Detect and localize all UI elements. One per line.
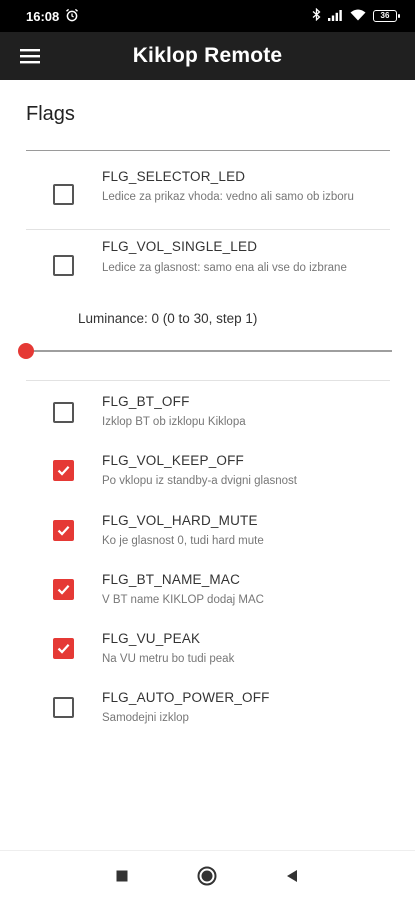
battery-level: 36: [380, 11, 390, 20]
pref-title: FLG_AUTO_POWER_OFF: [102, 690, 270, 705]
section-divider: [26, 150, 390, 151]
pref-flg-vol-single-led[interactable]: FLG_VOL_SINGLE_LED Ledice za glasnost: s…: [0, 230, 415, 300]
checkbox-flg-vol-keep-off[interactable]: [53, 460, 74, 481]
pref-flg-vol-keep-off[interactable]: FLG_VOL_KEEP_OFF Po vklopu iz standby-a …: [0, 444, 415, 502]
checkbox-flg-bt-off[interactable]: [53, 402, 74, 423]
hamburger-menu-icon: [20, 49, 40, 64]
recents-button[interactable]: [109, 863, 135, 889]
slider-track: [26, 350, 392, 352]
back-triangle-icon: [287, 870, 297, 882]
pref-summary: Ledice za prikaz vhoda: vedno ali samo o…: [102, 191, 354, 203]
slider-thumb[interactable]: [18, 343, 34, 359]
pref-summary: Ko je glasnost 0, tudi hard mute: [102, 535, 264, 547]
checkbox-flg-vu-peak[interactable]: [53, 638, 74, 659]
pref-title: FLG_SELECTOR_LED: [102, 169, 246, 184]
checkbox-flg-vol-hard-mute[interactable]: [53, 520, 74, 541]
back-button[interactable]: [279, 863, 305, 889]
recents-square-icon: [116, 870, 128, 882]
pref-title: FLG_VU_PEAK: [102, 631, 201, 646]
pref-summary: Ledice za glasnost: samo ena ali vse do …: [102, 262, 347, 274]
luminance-slider[interactable]: [18, 341, 392, 361]
section-title: Flags: [26, 103, 75, 125]
pref-summary: Samodejni izklop: [102, 712, 189, 724]
pref-flg-auto-power-off[interactable]: FLG_AUTO_POWER_OFF Samodejni izklop: [0, 681, 415, 739]
pref-summary: V BT name KIKLOP dodaj MAC: [102, 594, 264, 606]
pref-summary: Izklop BT ob izklopu Kiklopa: [102, 416, 246, 428]
pref-title: FLG_BT_NAME_MAC: [102, 572, 241, 587]
luminance-label: Luminance: 0 (0 to 30, step 1): [78, 311, 258, 326]
app-bar: Kiklop Remote: [0, 32, 415, 80]
checkbox-flg-auto-power-off[interactable]: [53, 697, 74, 718]
app-title: Kiklop Remote: [132, 44, 283, 67]
wifi-icon: [350, 9, 366, 24]
menu-button[interactable]: [10, 36, 50, 76]
signal-icon: [328, 9, 343, 24]
status-bar: 16:08 36: [0, 0, 415, 32]
pref-title: FLG_VOL_HARD_MUTE: [102, 513, 258, 528]
pref-title: FLG_VOL_KEEP_OFF: [102, 453, 245, 468]
pref-title: FLG_VOL_SINGLE_LED: [102, 239, 258, 254]
pref-flg-selector-led[interactable]: FLG_SELECTOR_LED Ledice za prikaz vhoda:…: [0, 158, 415, 228]
section-divider: [26, 380, 390, 381]
checkbox-flg-vol-single-led[interactable]: [53, 255, 74, 276]
checkbox-flg-bt-name-mac[interactable]: [53, 579, 74, 600]
alarm-icon: [65, 8, 79, 25]
pref-summary: Po vklopu iz standby-a dvigni glasnost: [102, 475, 297, 487]
pref-flg-bt-name-mac[interactable]: FLG_BT_NAME_MAC V BT name KIKLOP dodaj M…: [0, 563, 415, 621]
home-circle-icon: [197, 866, 217, 886]
phone-screen: 16:08 36 Kiklop Remote Flags FLG_SELECTO…: [0, 0, 415, 900]
pref-flg-bt-off[interactable]: FLG_BT_OFF Izklop BT ob izklopu Kiklopa: [0, 385, 415, 443]
clock-time: 16:08: [26, 8, 60, 24]
home-button[interactable]: [194, 863, 220, 889]
pref-flg-vol-hard-mute[interactable]: FLG_VOL_HARD_MUTE Ko je glasnost 0, tudi…: [0, 504, 415, 562]
bluetooth-icon: [312, 7, 321, 24]
battery-icon: 36: [373, 10, 400, 22]
navigation-bar: [0, 850, 415, 900]
pref-title: FLG_BT_OFF: [102, 394, 190, 409]
pref-summary: Na VU metru bo tudi peak: [102, 653, 235, 665]
checkbox-flg-selector-led[interactable]: [53, 184, 74, 205]
pref-flg-vu-peak[interactable]: FLG_VU_PEAK Na VU metru bo tudi peak: [0, 622, 415, 680]
